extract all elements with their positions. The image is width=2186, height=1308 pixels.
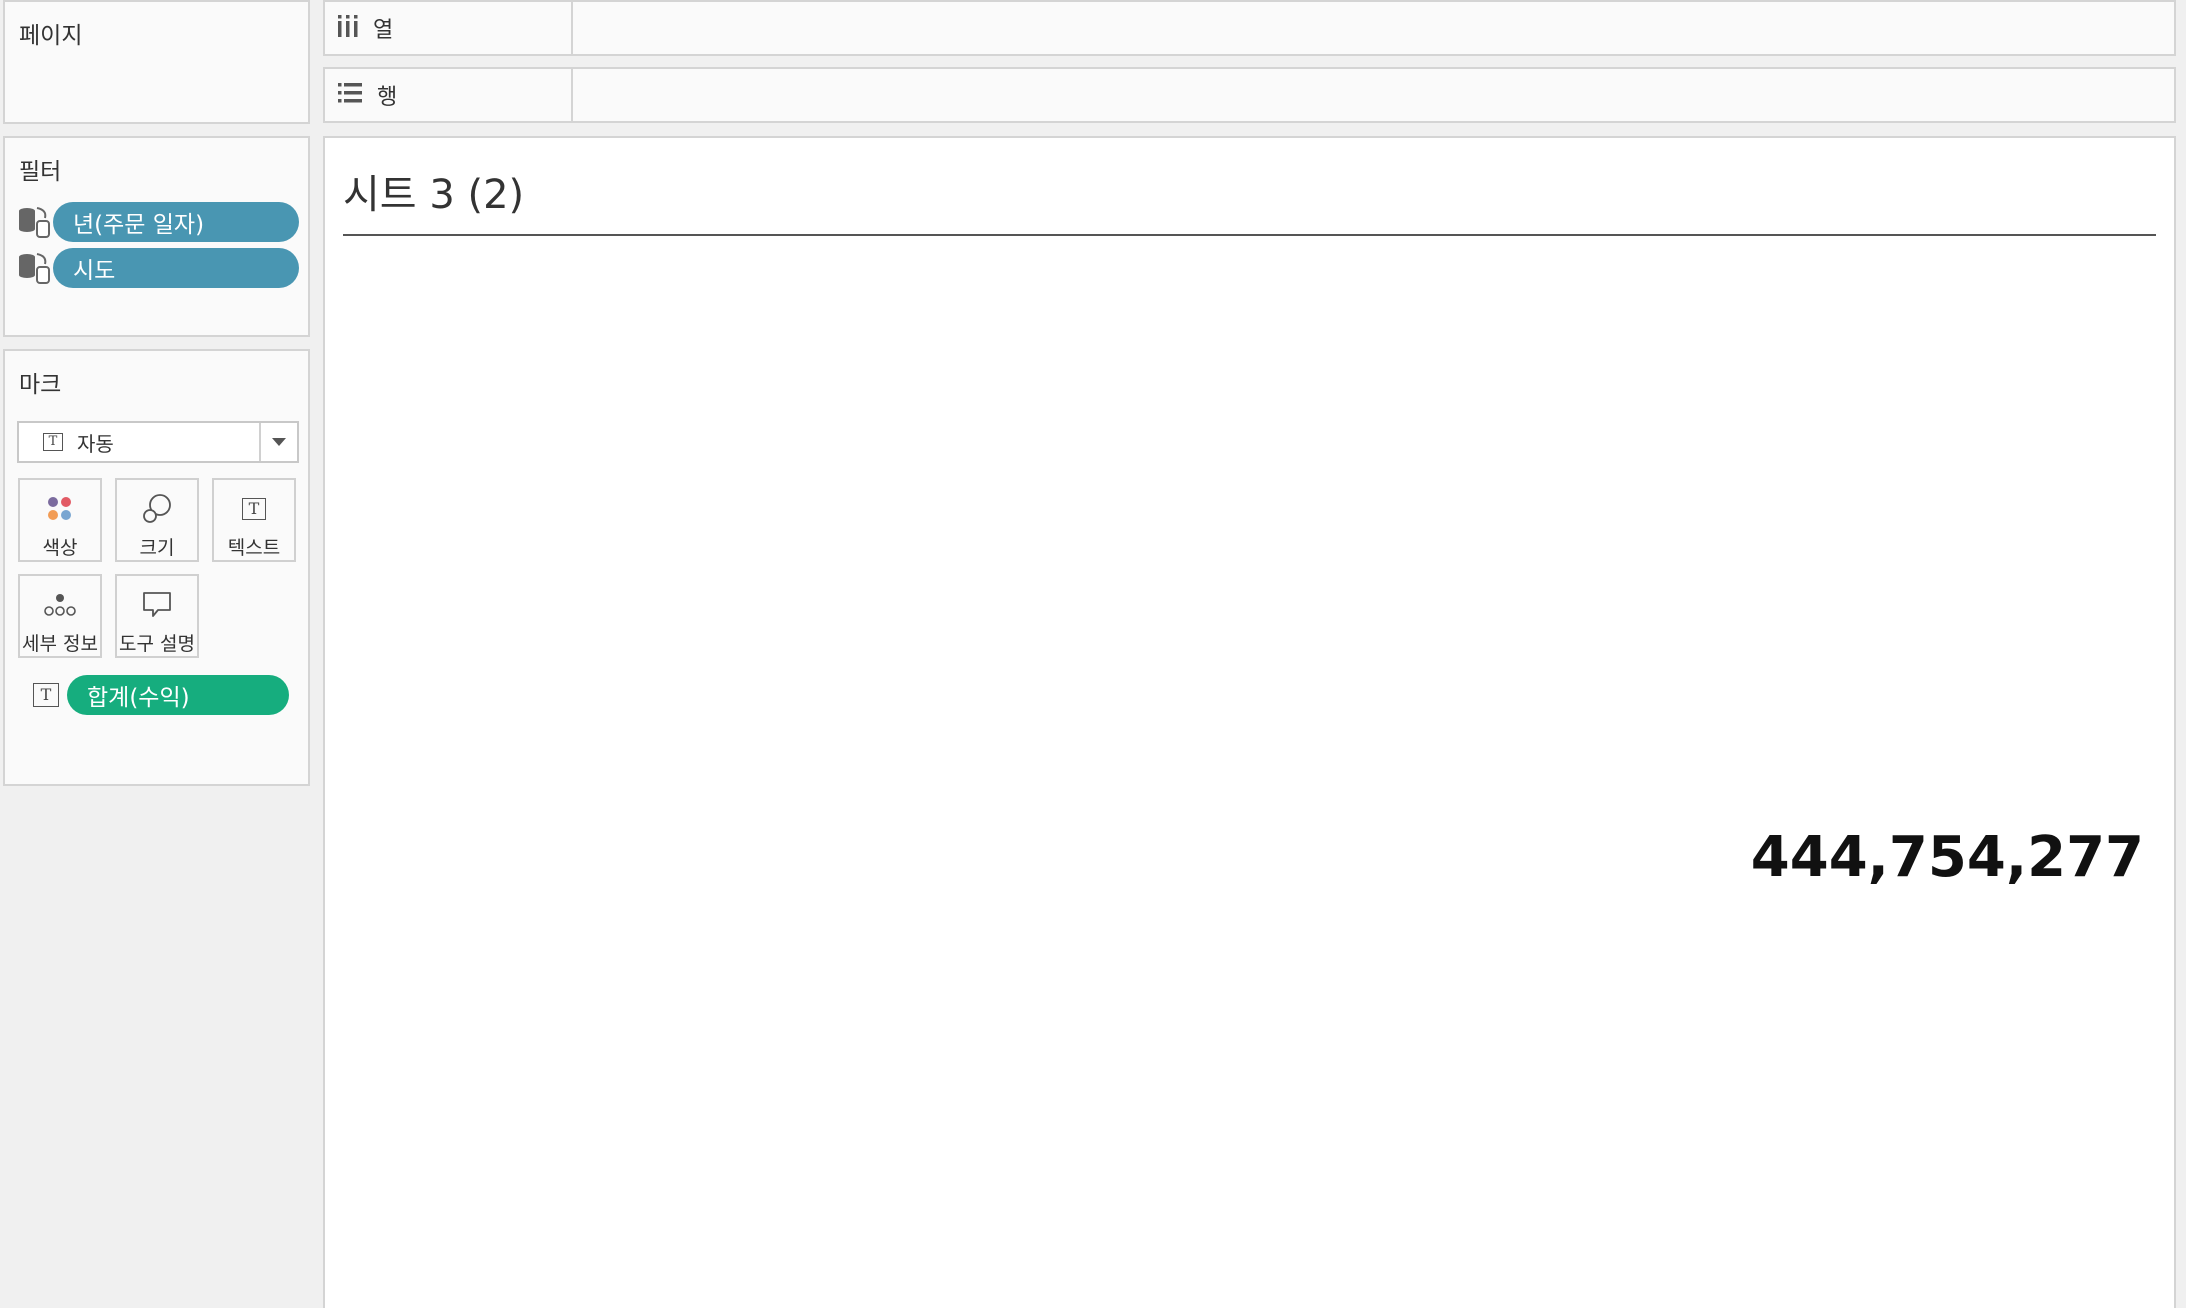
dropdown-arrow-icon[interactable]: [259, 423, 297, 461]
marks-title: 마크: [19, 372, 62, 398]
text-mark-icon: T: [43, 433, 63, 451]
size-label: 크기: [139, 537, 175, 559]
filter-row[interactable]: 시도: [17, 248, 299, 288]
tooltip-button[interactable]: 도구 설명: [115, 574, 199, 658]
filter-pill-year-order-date[interactable]: 년(주문 일자): [53, 202, 299, 242]
rows-shelf[interactable]: 행: [323, 67, 2176, 123]
measure-pill-sum-profit[interactable]: 합계(수익): [67, 675, 289, 715]
size-button[interactable]: 크기: [115, 478, 199, 562]
sheet-title[interactable]: 시트 3 (2): [343, 162, 524, 220]
rows-drop-area[interactable]: [573, 69, 2174, 121]
columns-drop-area[interactable]: [573, 2, 2174, 54]
rows-icon: [337, 82, 363, 108]
text-label: 텍스트: [227, 537, 281, 559]
text-button[interactable]: T 텍스트: [212, 478, 296, 562]
rows-shelf-label-area: 행: [325, 69, 573, 121]
text-mark-value[interactable]: 444,754,277: [1751, 825, 2144, 890]
tooltip-bubble-icon: [141, 584, 173, 625]
pages-title: 페이지: [19, 23, 83, 49]
text-encoding-icon[interactable]: T: [33, 683, 59, 707]
view-canvas[interactable]: 시트 3 (2) 444,754,277: [323, 136, 2176, 1308]
mark-type-dropdown[interactable]: T 자동: [17, 421, 299, 463]
marks-card[interactable]: 마크 T 자동 색상 크기 T 텍스트 세부 정보 도구 설명 T 합계(수익): [3, 349, 310, 786]
columns-shelf[interactable]: 열: [323, 0, 2176, 56]
text-icon: T: [242, 488, 266, 529]
detail-button[interactable]: 세부 정보: [18, 574, 102, 658]
color-button[interactable]: 색상: [18, 478, 102, 562]
database-context-icon: [17, 204, 53, 240]
detail-dots-icon: [43, 584, 77, 625]
marks-encoding-row[interactable]: T 합계(수익): [33, 675, 289, 715]
filter-row[interactable]: 년(주문 일자): [17, 202, 299, 242]
color-dots-icon: [45, 488, 75, 529]
detail-label: 세부 정보: [22, 633, 98, 655]
filter-pill-sido[interactable]: 시도: [53, 248, 299, 288]
title-divider: [343, 234, 2156, 236]
filters-card[interactable]: 필터 년(주문 일자) 시도: [3, 136, 310, 337]
pages-card[interactable]: 페이지: [3, 0, 310, 124]
columns-icon: [337, 13, 359, 43]
mark-type-label: 자동: [77, 431, 114, 456]
database-context-icon: [17, 250, 53, 286]
filters-title: 필터: [19, 159, 62, 185]
color-label: 색상: [42, 537, 78, 559]
rows-shelf-label: 행: [377, 85, 398, 110]
size-circles-icon: [141, 488, 173, 529]
columns-shelf-label: 열: [373, 18, 394, 43]
columns-shelf-label-area: 열: [325, 2, 573, 54]
tooltip-label: 도구 설명: [119, 633, 195, 655]
